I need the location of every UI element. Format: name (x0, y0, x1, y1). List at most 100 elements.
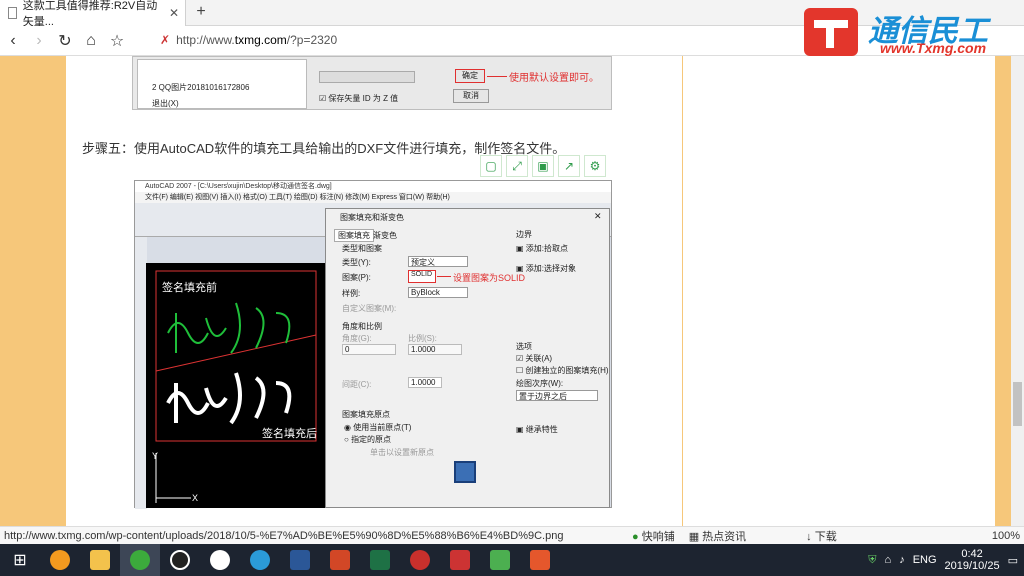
pattern-select: SOLID (408, 270, 436, 283)
word-icon[interactable] (280, 544, 320, 576)
url-domain: txmg.com (234, 33, 287, 47)
ok-button: 确定 (455, 69, 485, 83)
network-icon[interactable]: ⌂ (885, 554, 892, 566)
tab-hatch: 图案填充 (334, 229, 374, 242)
svg-text:Y: Y (152, 451, 158, 461)
settings-icon[interactable]: ⚙ (584, 155, 606, 177)
reload-icon[interactable]: ↻ (52, 28, 78, 54)
search-icon[interactable] (40, 544, 80, 576)
signature-drawing: Y X (152, 270, 317, 503)
windows-start-icon[interactable]: ⊞ (0, 544, 40, 576)
pattern-label: 图案(P): (342, 273, 371, 282)
camtasia-icon[interactable] (480, 544, 520, 576)
clock-date: 2019/10/25 (944, 560, 1000, 572)
hatch-dialog: 图案填充和渐变色 ✕ 图案填充 渐变色 类型和图案 类型(Y): 预定义 图案(… (325, 208, 610, 508)
volume-icon[interactable]: ♪ (899, 554, 905, 566)
wechat-icon[interactable] (200, 544, 240, 576)
type-select: 预定义 (408, 256, 468, 267)
close-tab-icon[interactable]: ✕ (169, 6, 179, 20)
angle-group-label: 角度和比例 (342, 322, 382, 331)
foxmail-icon[interactable] (440, 544, 480, 576)
add-select-label: 添加:选择对象 (525, 264, 577, 273)
new-tab-button[interactable]: + (192, 3, 210, 21)
save-icon[interactable]: ▣ (532, 155, 554, 177)
copy-icon[interactable]: ▢ (480, 155, 502, 177)
vector-option-field (319, 71, 415, 83)
export-dialog-screenshot: 2 QQ图片20181016172806 退出(X) 确定 使用默认设置即可。 … (132, 56, 612, 110)
feather-app-icon[interactable] (240, 544, 280, 576)
fullscreen-icon[interactable]: ⤢ (506, 155, 528, 177)
status-bar: http://www.txmg.com/wp-content/uploads/2… (0, 526, 1024, 544)
url-suffix: /?p=2320 (286, 33, 338, 47)
url-prefix: http://www. (176, 33, 235, 47)
download-button[interactable]: ↓ 下载 (806, 528, 837, 544)
origin-option-specified: ○ 指定的原点 (344, 435, 392, 444)
canvas-after-label: 签名填充后 (262, 428, 317, 440)
taskbar: ⊞ ⛨ ⌂ ♪ ENG 0:42 2019/10/25 ▭ (0, 544, 1024, 576)
system-tray: ⛨ ⌂ ♪ ENG 0:42 2019/10/25 ▭ (868, 548, 1024, 572)
ok-note: 使用默认设置即可。 (509, 73, 599, 84)
back-icon[interactable]: ‹ (0, 28, 26, 54)
clock[interactable]: 0:42 2019/10/25 (945, 548, 1000, 572)
scale-label: 比例(S): (408, 334, 437, 343)
draw-order-select: 置于边界之后 (516, 390, 598, 401)
add-pick-label: 添加:拾取点 (525, 244, 569, 253)
spacing-field: 1.0000 (408, 377, 442, 388)
site-logo: 通信民工 www.Txmg.com (800, 4, 1010, 60)
origin-option-current-label: 使用当前原点(T) (353, 423, 412, 432)
scale-select: 1.0000 (408, 344, 462, 355)
logo-site: www.Txmg.com (880, 40, 987, 56)
add-select-button: ▣ 添加:选择对象 (516, 264, 577, 273)
annotation-line (487, 76, 507, 77)
excel-icon[interactable] (360, 544, 400, 576)
site-icon: ✗ (160, 33, 171, 47)
scrollbar-thumb[interactable] (1013, 382, 1022, 426)
capture-app-icon[interactable] (520, 544, 560, 576)
file-menu: 2 QQ图片20181016172806 退出(X) (137, 59, 307, 109)
hatch-preview-icon (454, 461, 476, 483)
download-label: 下载 (814, 530, 837, 543)
zoom-level[interactable]: 100% (992, 530, 1024, 542)
origin-option-current: ◉ 使用当前原点(T) (344, 423, 412, 432)
image-toolbar: ▢ ⤢ ▣ ↗ ⚙ (480, 155, 612, 177)
dialog-title: 图案填充和渐变色 (340, 213, 404, 222)
angle-label: 角度(G): (342, 334, 372, 343)
options-label: 选项 (516, 342, 532, 351)
quick-button[interactable]: ● 快响铺 (632, 528, 675, 544)
scrollbar[interactable] (1011, 56, 1024, 526)
spacing-label: 间距(C): (342, 380, 372, 389)
menu-recent-file: 2 QQ图片20181016172806 (152, 83, 250, 92)
qq-icon[interactable] (160, 544, 200, 576)
tab-title: 这款工具值得推荐:R2V自动矢量... (22, 0, 158, 28)
status-link: http://www.txmg.com/wp-content/uploads/2… (4, 529, 564, 542)
origin-option-specified-label: 指定的原点 (351, 435, 392, 444)
browser-icon[interactable] (120, 544, 160, 576)
page-icon (8, 7, 17, 19)
inherit-label: 继承特性 (525, 425, 558, 434)
add-pick-button: ▣ 添加:拾取点 (516, 244, 569, 253)
type-group-label: 类型和图案 (342, 244, 382, 253)
create-separate-label: 创建独立的图案填充(H) (525, 366, 609, 375)
sample-label: 样例: (342, 289, 361, 298)
netease-music-icon[interactable] (400, 544, 440, 576)
custom-pattern-label: 自定义图案(M): (342, 304, 397, 313)
security-icon[interactable]: ⛨ (868, 554, 876, 567)
draw-order-label: 绘图次序(W): (516, 379, 564, 388)
powerpoint-icon[interactable] (320, 544, 360, 576)
clock-time: 0:42 (961, 548, 983, 560)
home-icon[interactable]: ⌂ (78, 28, 104, 54)
browser-tab[interactable]: 这款工具值得推荐:R2V自动矢量... ✕ (0, 0, 186, 28)
hot-news-button[interactable]: ▦ 热点资讯 (689, 528, 746, 544)
star-icon[interactable]: ☆ (104, 28, 130, 54)
notification-icon[interactable]: ▭ (1008, 554, 1018, 567)
explorer-icon[interactable] (80, 544, 120, 576)
forward-icon[interactable]: › (26, 28, 52, 54)
save-vector-checkbox: ☑ 保存矢量 ID 为 Z 值 (319, 94, 399, 103)
angle-select: 0 (342, 344, 396, 355)
language-indicator[interactable]: ENG (913, 554, 937, 566)
share-icon[interactable]: ↗ (558, 155, 580, 177)
address-bar[interactable]: ✗ http://www. txmg.com/?p=2320 (160, 29, 770, 51)
type-label: 类型(Y): (342, 258, 371, 267)
quick-label: 快响铺 (641, 530, 675, 543)
sidebar-column (683, 56, 995, 526)
